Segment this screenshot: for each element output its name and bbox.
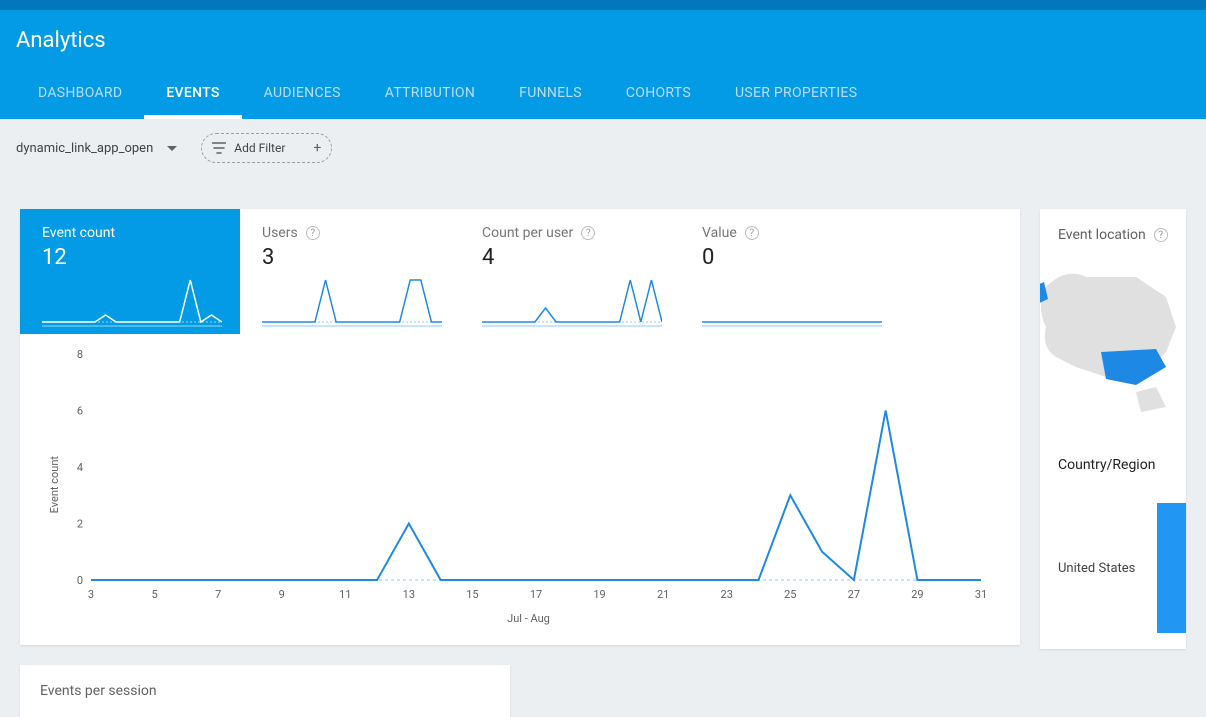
svg-text:15: 15 bbox=[466, 588, 478, 601]
svg-text:9: 9 bbox=[279, 588, 285, 601]
svg-text:23: 23 bbox=[721, 588, 733, 601]
event-location-card: Event location ? Country/Region United S… bbox=[1040, 209, 1186, 649]
sparkline-value bbox=[702, 276, 882, 330]
svg-text:21: 21 bbox=[657, 588, 669, 601]
filter-row: dynamic_link_app_open Add Filter + bbox=[0, 119, 1206, 177]
svg-text:7: 7 bbox=[215, 588, 221, 601]
tab-attribution[interactable]: ATTRIBUTION bbox=[363, 71, 497, 119]
tab-dashboard[interactable]: DASHBOARD bbox=[16, 71, 144, 119]
y-axis-label: Event count bbox=[44, 456, 61, 513]
tab-audiences[interactable]: AUDIENCES bbox=[242, 71, 363, 119]
add-filter-button[interactable]: Add Filter + bbox=[201, 133, 332, 163]
metric-count-per-user[interactable]: Count per user? 4 bbox=[460, 209, 680, 334]
svg-text:31: 31 bbox=[975, 588, 987, 601]
country-label: United States bbox=[1058, 561, 1135, 576]
events-per-session-card: Events per session bbox=[20, 665, 510, 717]
metric-users[interactable]: Users? 3 bbox=[240, 209, 460, 334]
svg-text:3: 3 bbox=[88, 588, 94, 601]
event-dropdown[interactable]: dynamic_link_app_open bbox=[16, 141, 177, 156]
metric-event-count[interactable]: Event count 12 bbox=[20, 209, 240, 334]
svg-text:17: 17 bbox=[530, 588, 542, 601]
svg-text:11: 11 bbox=[339, 588, 351, 601]
svg-text:2: 2 bbox=[77, 518, 83, 531]
svg-text:4: 4 bbox=[77, 461, 83, 474]
tab-user-properties[interactable]: USER PROPERTIES bbox=[713, 71, 879, 119]
x-axis-label: Jul - Aug bbox=[61, 612, 996, 625]
filter-icon bbox=[212, 142, 226, 154]
metric-value: 3 bbox=[262, 245, 440, 270]
main-chart: Event count 0 2 4 6 8 3 5 7 9 11 13 15 17 19 21 23 25 27 2… bbox=[20, 334, 1020, 645]
metric-label: Users bbox=[262, 225, 298, 241]
metric-value: 0 bbox=[702, 245, 880, 270]
country-bar bbox=[1157, 503, 1186, 633]
country-region-title: Country/Region bbox=[1058, 457, 1186, 473]
add-filter-label: Add Filter bbox=[234, 141, 285, 155]
svg-text:13: 13 bbox=[403, 588, 415, 601]
svg-text:5: 5 bbox=[151, 588, 157, 601]
plus-icon: + bbox=[313, 140, 321, 156]
sparkline-count-per-user bbox=[482, 276, 662, 330]
top-strip bbox=[0, 0, 1206, 10]
event-location-title: Event location bbox=[1058, 227, 1146, 243]
metric-label: Value bbox=[702, 225, 737, 241]
metric-value: 4 bbox=[482, 245, 660, 270]
sparkline-event-count bbox=[42, 276, 222, 330]
metric-label: Count per user bbox=[482, 225, 573, 241]
tab-events[interactable]: EVENTS bbox=[144, 71, 241, 119]
map-north-america bbox=[1058, 257, 1186, 427]
metric-value: 12 bbox=[42, 245, 220, 270]
events-per-session-label: Events per session bbox=[40, 683, 157, 699]
svg-text:6: 6 bbox=[77, 405, 83, 418]
help-icon[interactable]: ? bbox=[581, 226, 595, 240]
header: Analytics DASHBOARD EVENTS AUDIENCES ATT… bbox=[0, 10, 1206, 119]
svg-text:0: 0 bbox=[77, 574, 83, 587]
help-icon[interactable]: ? bbox=[1154, 228, 1168, 242]
main-chart-svg: 0 2 4 6 8 3 5 7 9 11 13 15 17 19 21 23 25 27 29 31 bbox=[61, 344, 991, 604]
tab-funnels[interactable]: FUNNELS bbox=[497, 71, 604, 119]
help-icon[interactable]: ? bbox=[745, 226, 759, 240]
event-dropdown-value: dynamic_link_app_open bbox=[16, 141, 153, 156]
content: Event count 12 Users? 3 Count per user? … bbox=[0, 177, 1206, 717]
svg-text:25: 25 bbox=[784, 588, 796, 601]
tabs: DASHBOARD EVENTS AUDIENCES ATTRIBUTION F… bbox=[16, 71, 1190, 119]
chevron-down-icon bbox=[167, 146, 177, 151]
tab-cohorts[interactable]: COHORTS bbox=[604, 71, 713, 119]
svg-text:19: 19 bbox=[593, 588, 605, 601]
svg-text:27: 27 bbox=[848, 588, 860, 601]
help-icon[interactable]: ? bbox=[306, 226, 320, 240]
svg-text:29: 29 bbox=[911, 588, 923, 601]
metric-value[interactable]: Value? 0 bbox=[680, 209, 900, 334]
svg-text:8: 8 bbox=[77, 348, 83, 361]
metric-label: Event count bbox=[42, 225, 115, 241]
sparkline-users bbox=[262, 276, 442, 330]
country-row[interactable]: United States bbox=[1058, 503, 1186, 633]
page-title: Analytics bbox=[16, 28, 1190, 53]
metrics-card: Event count 12 Users? 3 Count per user? … bbox=[20, 209, 1020, 645]
